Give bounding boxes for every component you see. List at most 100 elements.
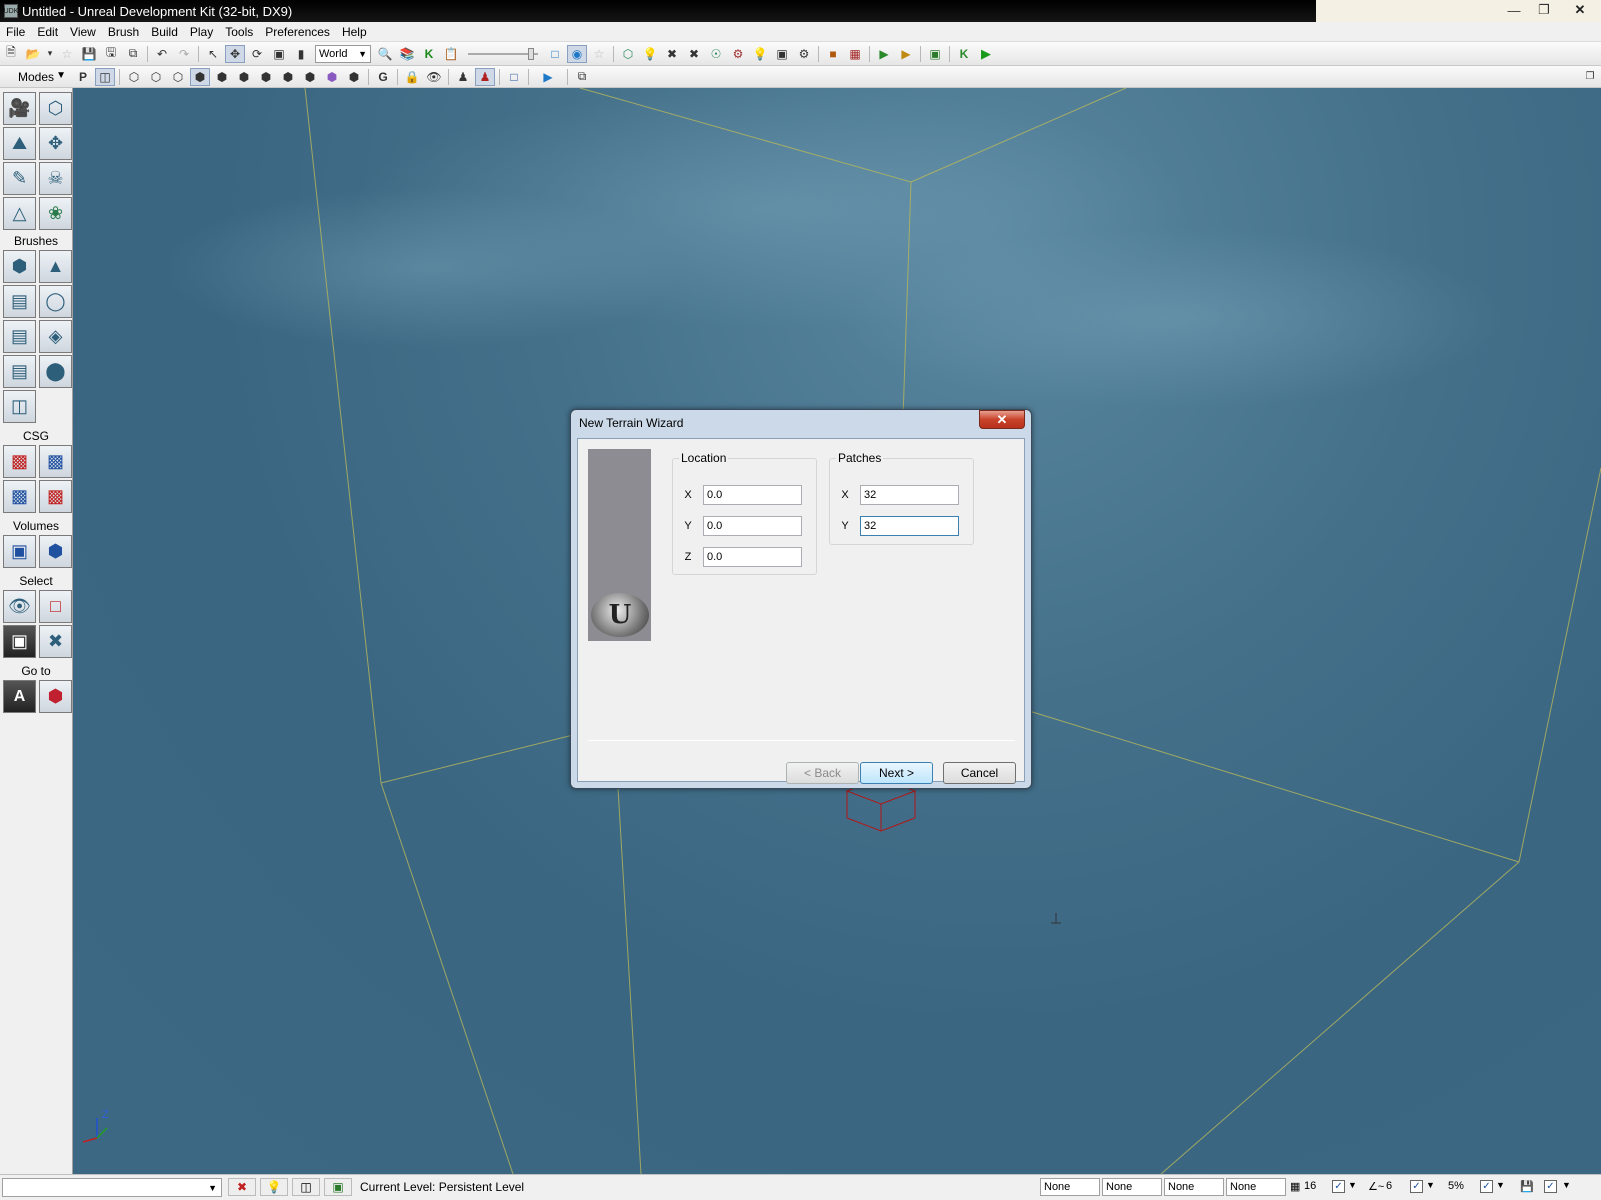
camera-frame-icon[interactable]: □ (504, 68, 524, 86)
realtime-play-icon[interactable]: ▶ (533, 68, 563, 86)
bookmark-star-icon[interactable]: ☆ (589, 45, 609, 63)
menu-preferences[interactable]: Preferences (259, 25, 336, 39)
patches-y-input[interactable] (860, 516, 959, 536)
autosave-dropdown-icon[interactable]: ▼ (1562, 1180, 1571, 1190)
goto-builder-brush-icon[interactable]: ⬢ (39, 680, 72, 713)
scale-snap-checkbox[interactable]: ✓ (1480, 1180, 1493, 1193)
level-icon[interactable]: ■ (823, 45, 843, 63)
play-on-pc-icon[interactable]: ▣ (925, 45, 945, 63)
open-file-icon[interactable]: 📂 (23, 45, 43, 63)
kismet-book-icon[interactable]: 📚 (397, 45, 417, 63)
sheet-brush-icon[interactable]: ◈ (39, 320, 72, 353)
scale-snap-value[interactable]: 5% (1448, 1180, 1464, 1192)
detail-lighting-icon[interactable]: ⬢ (212, 68, 232, 86)
undo-icon[interactable]: ↶ (152, 45, 172, 63)
kismet-icon[interactable]: K (419, 45, 439, 63)
favorite-icon[interactable]: ☆ (57, 45, 77, 63)
csg-subtract-icon[interactable]: ▩ (39, 445, 72, 478)
csg-intersect-icon[interactable]: ▩ (3, 480, 36, 513)
select-invert-icon[interactable]: ▣ (3, 625, 36, 658)
wireframe-brush-icon[interactable]: ⬡ (124, 68, 144, 86)
next-button[interactable]: Next > (860, 762, 933, 784)
volume-list-icon[interactable]: ⬢ (39, 535, 72, 568)
rotation-snap-value[interactable]: 6 (1386, 1180, 1392, 1192)
save-icon[interactable]: 💾 (79, 45, 99, 63)
linear-stair-brush-icon[interactable]: ▤ (3, 320, 36, 353)
cancel-button[interactable]: Cancel (943, 762, 1016, 784)
lightmass-icon[interactable]: 💡 (750, 45, 770, 63)
geometry-mode-icon[interactable]: ⬡ (39, 92, 72, 125)
save-as-icon[interactable]: 🖫 (101, 45, 121, 63)
cone-brush-icon[interactable]: ▲ (39, 250, 72, 283)
back-button[interactable]: < Back (786, 762, 859, 784)
lighting-only-icon[interactable]: ⬢ (234, 68, 254, 86)
menu-file[interactable]: File (0, 25, 31, 39)
actor-icon[interactable]: ♟ (453, 68, 473, 86)
menu-play[interactable]: Play (184, 25, 219, 39)
texture-align-icon[interactable]: ✎ (3, 162, 36, 195)
translate-mode-icon[interactable]: ✥ (225, 44, 245, 63)
cylinder-brush-icon[interactable]: ◯ (39, 285, 72, 318)
build-geometry-icon[interactable]: ⬡ (618, 45, 638, 63)
scale-dropdown-icon[interactable]: ▼ (1496, 1180, 1505, 1190)
move-mode-icon[interactable]: ✥ (39, 127, 72, 160)
select-mode-icon[interactable]: ↖ (203, 45, 223, 63)
viewport-options-icon[interactable]: ⧉ (572, 68, 592, 86)
shader-complexity-icon[interactable]: ⬢ (300, 68, 320, 86)
game-view-icon[interactable]: G (373, 68, 393, 86)
curved-stair-brush-icon[interactable]: ▤ (3, 285, 36, 318)
menu-view[interactable]: View (64, 25, 102, 39)
landscape-mode-icon[interactable]: △ (3, 197, 36, 230)
show-all-icon[interactable]: ✖ (39, 625, 72, 658)
hide-selected-icon[interactable]: □ (39, 590, 72, 623)
kismet-debug-icon[interactable]: K (954, 45, 974, 63)
play-on-console-icon[interactable]: ▶ (896, 45, 916, 63)
drag-grid-slider[interactable] (468, 45, 538, 63)
rotate-mode-icon[interactable]: ⟳ (247, 45, 267, 63)
foliage-mode-icon[interactable]: ❀ (39, 197, 72, 230)
autosave-icon[interactable]: 💾 (1520, 1180, 1534, 1193)
cinematic-icon[interactable]: ♟ (475, 67, 495, 86)
coordinate-system-select[interactable]: World ▼ (315, 44, 371, 63)
mesh-paint-icon[interactable]: ☠ (39, 162, 72, 195)
sphere-brush-icon[interactable]: ⬤ (39, 355, 72, 388)
build-cover-icon[interactable]: ✖ (684, 45, 704, 63)
command-combo[interactable]: ▼ (2, 1178, 222, 1197)
cube-brush-icon[interactable]: ⬢ (3, 250, 36, 283)
grid-dropdown-icon[interactable]: ▼ (1348, 1180, 1357, 1190)
minimize-button[interactable]: — (1499, 0, 1529, 20)
menu-help[interactable]: Help (336, 25, 373, 39)
package-icon[interactable]: ▦ (845, 45, 865, 63)
spiral-stair-brush-icon[interactable]: ▤ (3, 355, 36, 388)
scale-nonuniform-icon[interactable]: ▮ (291, 45, 311, 63)
realtime-preview-icon[interactable]: ◉ (567, 44, 587, 63)
grid-size-value[interactable]: 16 (1304, 1180, 1316, 1192)
location-x-input[interactable] (703, 485, 802, 505)
terrain-mode-icon[interactable]: ⛰ (3, 127, 36, 160)
render-icon[interactable]: ▣ (772, 45, 792, 63)
autosave-checkbox[interactable]: ✓ (1544, 1180, 1557, 1193)
csg-deintersect-icon[interactable]: ▩ (39, 480, 72, 513)
lock-icon[interactable]: 🔒 (402, 68, 422, 86)
add-volume-icon[interactable]: ▣ (3, 535, 36, 568)
menu-build[interactable]: Build (145, 25, 184, 39)
eye-icon[interactable]: 👁 (424, 68, 444, 86)
content-browser-icon[interactable]: □ (545, 45, 565, 63)
level-grid-icon[interactable]: ◫ (292, 1178, 320, 1196)
build-paths-icon[interactable]: ✖ (662, 45, 682, 63)
build-lighting-icon[interactable]: 💡 (640, 45, 660, 63)
patches-x-input[interactable] (860, 485, 959, 505)
search-binoculars-icon[interactable]: 🔍 (375, 45, 395, 63)
settings-gear-icon[interactable]: ⚙ (794, 45, 814, 63)
maximize-button[interactable]: ❐ (1529, 0, 1559, 20)
perspective-icon[interactable]: P (73, 68, 93, 86)
play-icon[interactable]: ▶ (976, 45, 996, 63)
unlit-icon[interactable]: ⬡ (168, 68, 188, 86)
save-all-icon[interactable]: ⧉ (123, 45, 143, 63)
rotation-snap-checkbox[interactable]: ✓ (1410, 1180, 1423, 1193)
lit-icon[interactable]: ⬢ (190, 67, 210, 86)
csg-add-icon[interactable]: ▩ (3, 445, 36, 478)
new-file-icon[interactable]: 🗎 (1, 45, 21, 63)
camera-mode-icon[interactable]: 🎥 (3, 92, 36, 125)
grid-snap-checkbox[interactable]: ✓ (1332, 1180, 1345, 1193)
